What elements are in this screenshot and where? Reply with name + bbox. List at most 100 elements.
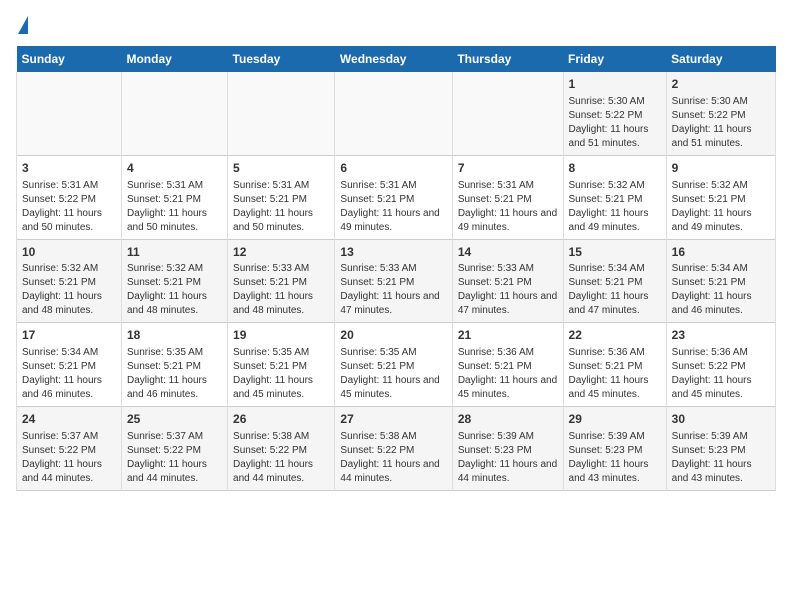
day-number: 13 (340, 244, 446, 261)
day-number: 10 (22, 244, 116, 261)
calendar-cell: 1 Sunrise: 5:30 AM Sunset: 5:22 PM Daylig… (563, 72, 666, 155)
calendar-cell: 8 Sunrise: 5:32 AM Sunset: 5:21 PM Daylig… (563, 155, 666, 239)
day-number: 20 (340, 327, 446, 344)
calendar-cell: 16 Sunrise: 5:34 AM Sunset: 5:21 PM Dayli… (666, 239, 775, 323)
logo-triangle-icon (18, 16, 28, 34)
day-number: 27 (340, 411, 446, 428)
day-number: 7 (458, 160, 558, 177)
column-header-tuesday: Tuesday (228, 46, 335, 72)
column-header-saturday: Saturday (666, 46, 775, 72)
day-number: 17 (22, 327, 116, 344)
calendar-cell: 20 Sunrise: 5:35 AM Sunset: 5:21 PM Dayli… (335, 323, 452, 407)
day-number: 2 (672, 76, 770, 93)
day-number: 14 (458, 244, 558, 261)
day-number: 11 (127, 244, 222, 261)
day-number: 19 (233, 327, 329, 344)
day-number: 26 (233, 411, 329, 428)
day-info: Sunrise: 5:34 AM Sunset: 5:21 PM Dayligh… (672, 263, 752, 316)
day-info: Sunrise: 5:39 AM Sunset: 5:23 PM Dayligh… (458, 431, 557, 484)
calendar-cell: 10 Sunrise: 5:32 AM Sunset: 5:21 PM Dayli… (17, 239, 122, 323)
day-info: Sunrise: 5:38 AM Sunset: 5:22 PM Dayligh… (233, 431, 313, 484)
day-number: 16 (672, 244, 770, 261)
calendar-cell (17, 72, 122, 155)
calendar-table: SundayMondayTuesdayWednesdayThursdayFrid… (16, 46, 776, 491)
calendar-cell: 19 Sunrise: 5:35 AM Sunset: 5:21 PM Dayli… (228, 323, 335, 407)
calendar-cell: 21Sunrise: 5:36 AM Sunset: 5:21 PM Dayli… (452, 323, 563, 407)
day-info: Sunrise: 5:31 AM Sunset: 5:22 PM Dayligh… (22, 180, 102, 233)
day-info: Sunrise: 5:32 AM Sunset: 5:21 PM Dayligh… (569, 180, 649, 233)
day-info: Sunrise: 5:33 AM Sunset: 5:21 PM Dayligh… (233, 263, 313, 316)
day-info: Sunrise: 5:39 AM Sunset: 5:23 PM Dayligh… (569, 431, 649, 484)
day-info: Sunrise: 5:31 AM Sunset: 5:21 PM Dayligh… (340, 180, 439, 233)
calendar-cell (335, 72, 452, 155)
calendar-cell: 15 Sunrise: 5:34 AM Sunset: 5:21 PM Dayli… (563, 239, 666, 323)
day-number: 1 (569, 76, 661, 93)
day-info: Sunrise: 5:31 AM Sunset: 5:21 PM Dayligh… (127, 180, 207, 233)
calendar-cell: 29 Sunrise: 5:39 AM Sunset: 5:23 PM Dayli… (563, 407, 666, 491)
column-header-monday: Monday (121, 46, 227, 72)
day-info: Sunrise: 5:34 AM Sunset: 5:21 PM Dayligh… (22, 347, 102, 400)
day-info: Sunrise: 5:31 AM Sunset: 5:21 PM Dayligh… (458, 180, 557, 233)
day-info: Sunrise: 5:30 AM Sunset: 5:22 PM Dayligh… (672, 96, 752, 149)
day-number: 18 (127, 327, 222, 344)
calendar-cell: 30Sunrise: 5:39 AM Sunset: 5:23 PM Dayli… (666, 407, 775, 491)
page-header (16, 16, 776, 36)
day-number: 24 (22, 411, 116, 428)
day-number: 23 (672, 327, 770, 344)
day-info: Sunrise: 5:32 AM Sunset: 5:21 PM Dayligh… (127, 263, 207, 316)
calendar-week-row: 24 Sunrise: 5:37 AM Sunset: 5:22 PM Dayli… (17, 407, 776, 491)
column-header-sunday: Sunday (17, 46, 122, 72)
day-info: Sunrise: 5:35 AM Sunset: 5:21 PM Dayligh… (233, 347, 313, 400)
day-info: Sunrise: 5:32 AM Sunset: 5:21 PM Dayligh… (22, 263, 102, 316)
calendar-cell: 2 Sunrise: 5:30 AM Sunset: 5:22 PM Daylig… (666, 72, 775, 155)
day-number: 22 (569, 327, 661, 344)
day-info: Sunrise: 5:39 AM Sunset: 5:23 PM Dayligh… (672, 431, 752, 484)
day-info: Sunrise: 5:35 AM Sunset: 5:21 PM Dayligh… (340, 347, 439, 400)
day-number: 25 (127, 411, 222, 428)
calendar-cell: 14 Sunrise: 5:33 AM Sunset: 5:21 PM Dayli… (452, 239, 563, 323)
column-header-thursday: Thursday (452, 46, 563, 72)
day-info: Sunrise: 5:32 AM Sunset: 5:21 PM Dayligh… (672, 180, 752, 233)
day-info: Sunrise: 5:37 AM Sunset: 5:22 PM Dayligh… (22, 431, 102, 484)
day-number: 8 (569, 160, 661, 177)
calendar-cell: 26 Sunrise: 5:38 AM Sunset: 5:22 PM Dayli… (228, 407, 335, 491)
calendar-week-row: 10 Sunrise: 5:32 AM Sunset: 5:21 PM Dayli… (17, 239, 776, 323)
day-info: Sunrise: 5:33 AM Sunset: 5:21 PM Dayligh… (458, 263, 557, 316)
day-info: Sunrise: 5:36 AM Sunset: 5:22 PM Dayligh… (672, 347, 752, 400)
calendar-cell: 13 Sunrise: 5:33 AM Sunset: 5:21 PM Dayli… (335, 239, 452, 323)
day-number: 3 (22, 160, 116, 177)
logo (16, 16, 28, 36)
calendar-cell: 11 Sunrise: 5:32 AM Sunset: 5:21 PM Dayli… (121, 239, 227, 323)
calendar-cell: 5Sunrise: 5:31 AM Sunset: 5:21 PM Daylig… (228, 155, 335, 239)
calendar-week-row: 17 Sunrise: 5:34 AM Sunset: 5:21 PM Dayli… (17, 323, 776, 407)
calendar-cell: 3 Sunrise: 5:31 AM Sunset: 5:22 PM Daylig… (17, 155, 122, 239)
day-number: 15 (569, 244, 661, 261)
calendar-cell: 23 Sunrise: 5:36 AM Sunset: 5:22 PM Dayli… (666, 323, 775, 407)
calendar-cell (228, 72, 335, 155)
calendar-cell: 27 Sunrise: 5:38 AM Sunset: 5:22 PM Dayli… (335, 407, 452, 491)
calendar-cell (452, 72, 563, 155)
day-info: Sunrise: 5:31 AM Sunset: 5:21 PM Dayligh… (233, 180, 313, 233)
day-number: 6 (340, 160, 446, 177)
calendar-cell: 17 Sunrise: 5:34 AM Sunset: 5:21 PM Dayli… (17, 323, 122, 407)
day-info: Sunrise: 5:36 AM Sunset: 5:21 PM Dayligh… (569, 347, 649, 400)
calendar-cell: 22 Sunrise: 5:36 AM Sunset: 5:21 PM Dayli… (563, 323, 666, 407)
calendar-cell: 18Sunrise: 5:35 AM Sunset: 5:21 PM Dayli… (121, 323, 227, 407)
day-number: 21 (458, 327, 558, 344)
calendar-cell: 25 Sunrise: 5:37 AM Sunset: 5:22 PM Dayli… (121, 407, 227, 491)
day-info: Sunrise: 5:37 AM Sunset: 5:22 PM Dayligh… (127, 431, 207, 484)
day-number: 28 (458, 411, 558, 428)
day-number: 4 (127, 160, 222, 177)
day-number: 12 (233, 244, 329, 261)
day-info: Sunrise: 5:34 AM Sunset: 5:21 PM Dayligh… (569, 263, 649, 316)
calendar-cell: 6 Sunrise: 5:31 AM Sunset: 5:21 PM Daylig… (335, 155, 452, 239)
day-number: 29 (569, 411, 661, 428)
day-info: Sunrise: 5:33 AM Sunset: 5:21 PM Dayligh… (340, 263, 439, 316)
calendar-header-row: SundayMondayTuesdayWednesdayThursdayFrid… (17, 46, 776, 72)
calendar-cell: 12 Sunrise: 5:33 AM Sunset: 5:21 PM Dayli… (228, 239, 335, 323)
calendar-cell: 24 Sunrise: 5:37 AM Sunset: 5:22 PM Dayli… (17, 407, 122, 491)
calendar-cell (121, 72, 227, 155)
day-info: Sunrise: 5:30 AM Sunset: 5:22 PM Dayligh… (569, 96, 649, 149)
day-info: Sunrise: 5:38 AM Sunset: 5:22 PM Dayligh… (340, 431, 439, 484)
column-header-wednesday: Wednesday (335, 46, 452, 72)
